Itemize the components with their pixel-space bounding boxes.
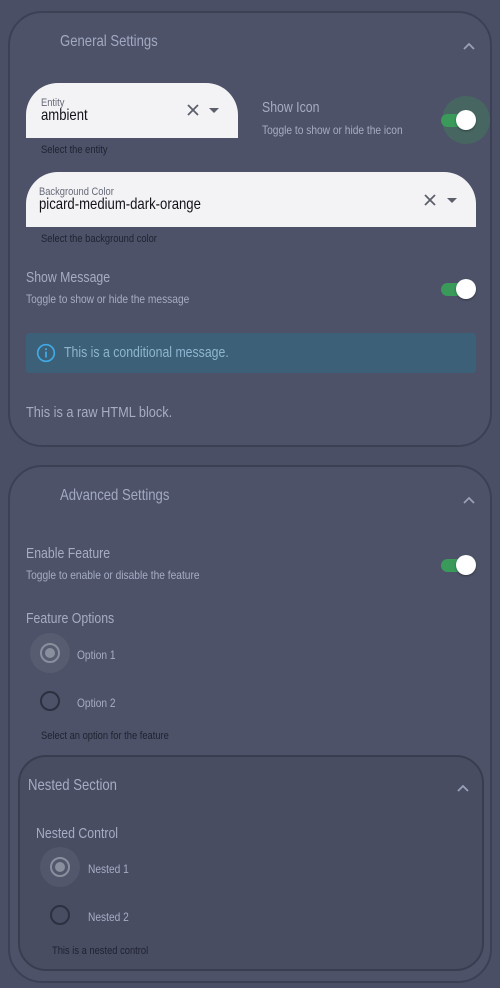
- conditional-message-alert: This is a conditional message.: [26, 333, 476, 373]
- dropdown-arrow-icon[interactable]: [209, 108, 219, 113]
- nested-1-label[interactable]: Nested 1: [88, 862, 136, 876]
- option-1-label[interactable]: Option 1: [77, 648, 122, 662]
- background-color-select[interactable]: Background Color picard-medium-dark-oran…: [26, 172, 476, 227]
- background-color-value: picard-medium-dark-orange: [39, 196, 201, 213]
- show-icon-title: Show Icon: [262, 99, 320, 116]
- enable-feature-description: Toggle to enable or disable the feature: [26, 568, 200, 582]
- chevron-up-icon[interactable]: [462, 39, 476, 53]
- chevron-up-icon[interactable]: [456, 781, 470, 795]
- show-message-description: Toggle to show or hide the message: [26, 292, 190, 306]
- toggle-knob: [456, 110, 476, 130]
- entity-value: ambient: [41, 107, 88, 124]
- clear-icon[interactable]: [423, 193, 437, 207]
- show-icon-toggle[interactable]: [440, 96, 490, 144]
- show-message-title: Show Message: [26, 269, 111, 286]
- nested-2-label[interactable]: Nested 2: [88, 910, 136, 924]
- nested-1-radio[interactable]: [50, 857, 70, 877]
- toggle-knob: [456, 279, 476, 299]
- general-settings-section: General Settings Entity ambient Select t…: [8, 11, 492, 447]
- dropdown-arrow-icon[interactable]: [447, 198, 457, 203]
- chevron-up-icon[interactable]: [462, 493, 476, 507]
- option-2-label[interactable]: Option 2: [77, 696, 122, 710]
- toggle-knob: [456, 555, 476, 575]
- feature-options-helper: Select an option for the feature: [41, 730, 169, 742]
- clear-icon[interactable]: [186, 103, 200, 117]
- background-color-helper: Select the background color: [41, 233, 157, 245]
- nested-2-radio[interactable]: [50, 905, 70, 925]
- enable-feature-toggle[interactable]: [440, 553, 478, 577]
- show-message-toggle[interactable]: [440, 277, 478, 301]
- alert-message: This is a conditional message.: [64, 344, 229, 361]
- enable-feature-title: Enable Feature: [26, 545, 111, 562]
- show-icon-description: Toggle to show or hide the icon: [262, 123, 403, 137]
- nested-control-helper: This is a nested control: [52, 945, 149, 957]
- info-icon: [36, 343, 56, 363]
- advanced-settings-header[interactable]: Advanced Settings: [60, 487, 193, 505]
- option-1-radio[interactable]: [40, 643, 60, 663]
- feature-options-title: Feature Options: [26, 610, 115, 627]
- nested-control-title: Nested Control: [36, 825, 119, 842]
- entity-helper: Select the entity: [41, 144, 108, 156]
- option-2-radio[interactable]: [40, 691, 60, 711]
- raw-html-block: This is a raw HTML block.: [26, 404, 173, 421]
- entity-select[interactable]: Entity ambient: [26, 83, 238, 138]
- nested-section: Nested Section Nested Control Nested 1 N…: [18, 755, 484, 971]
- general-settings-header[interactable]: General Settings: [60, 33, 179, 51]
- advanced-settings-section: Advanced Settings Enable Feature Toggle …: [8, 465, 492, 983]
- nested-section-header[interactable]: Nested Section: [28, 777, 137, 795]
